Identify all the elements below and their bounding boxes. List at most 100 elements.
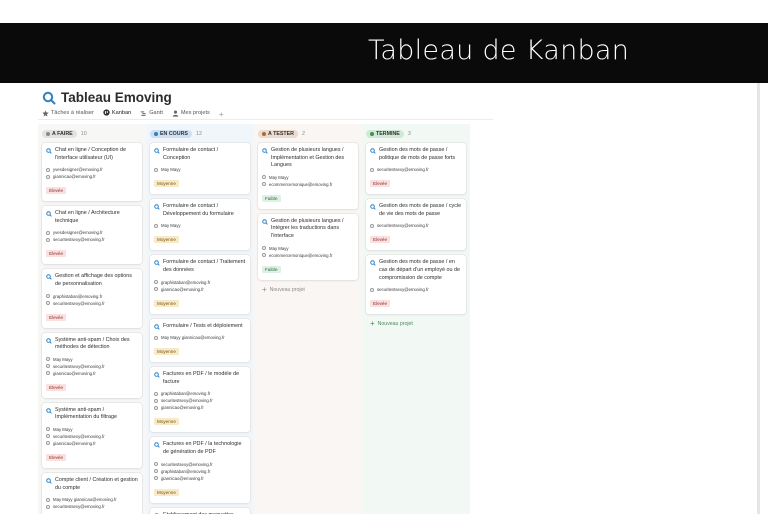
task-card[interactable]: Factures en PDF / la technologie de géné… xyxy=(150,437,250,503)
person-icon xyxy=(154,167,158,172)
task-card[interactable]: Gestion de plusieurs langues / Intégrer … xyxy=(258,213,358,280)
assignee-name: securitestsexy@emoving.fr xyxy=(161,398,213,404)
assignee-name: graphistaban@emoving.fr xyxy=(161,279,211,285)
task-card[interactable]: Compte client / Création et gestion du c… xyxy=(42,472,142,514)
kanban-column: EN COURS 12 Formulaire de contact / Concep… xyxy=(146,124,254,514)
person-icon xyxy=(154,335,158,340)
assignee-row: securitestsexy@emoving.fr xyxy=(46,364,138,369)
person-icon xyxy=(46,427,50,432)
task-card[interactable]: Gestion des mots de passe / cycle de vie… xyxy=(366,199,466,251)
assignee-name: ecommercemonique@emoving.fr xyxy=(269,181,333,187)
task-card[interactable]: Gestion de plusieurs langues / Implément… xyxy=(258,143,358,209)
person-icon xyxy=(154,405,158,410)
card-title-text: Formulaire de contact / Traitement des d… xyxy=(163,259,246,273)
priority-tag: Elevée xyxy=(46,250,67,258)
task-card[interactable]: Etablissement des maquettes d'après wire… xyxy=(150,507,250,514)
priority-tag: Moyenne xyxy=(154,488,179,496)
app-title: Tableau Emoving xyxy=(42,90,172,105)
assignee-row: securitestsexy@emoving.fr xyxy=(46,434,138,439)
assignee-row: graphistaban@emoving.fr xyxy=(154,469,246,474)
tab-gantt[interactable]: Gantt xyxy=(140,110,163,120)
priority-tag: Elevée xyxy=(46,313,67,321)
assignee-name: giannicao@emoving.fr xyxy=(53,440,96,446)
person-icon xyxy=(262,253,266,258)
assignee-row: securitestsexy@emoving.fr xyxy=(154,398,246,403)
task-card[interactable]: Système anti-spam / Implémentation du fi… xyxy=(42,402,142,468)
task-icon xyxy=(46,478,52,484)
person-icon xyxy=(46,167,50,172)
task-icon xyxy=(154,372,160,378)
tab-taches[interactable]: Tâches à réaliser xyxy=(42,109,94,120)
priority-tag: Elevée xyxy=(370,236,391,244)
card-title: Chat en ligne / Architecture technique xyxy=(46,210,138,225)
assignee-row: May Mayy xyxy=(262,246,354,251)
slide: Tableau de Kanban Tableau Emoving Tâches… xyxy=(0,0,768,514)
card-title-text: Formulaire de contact / Développement du… xyxy=(163,203,234,217)
task-icon xyxy=(154,148,160,154)
task-icon xyxy=(370,204,376,210)
card-title: Gestion de plusieurs langues / Implément… xyxy=(262,147,354,170)
task-card[interactable]: Formulaire de contact / Conception May Ma… xyxy=(150,143,250,195)
star-icon xyxy=(42,109,49,117)
assignee-name: ecommercemonique@emoving.fr xyxy=(269,252,333,258)
card-title-text: Gestion de plusieurs langues / Implément… xyxy=(271,147,345,169)
card-title-text: Gestion et affichage des options de pers… xyxy=(55,273,132,287)
task-card[interactable]: Système anti-spam / Choix des méthodes d… xyxy=(42,332,142,398)
new-project-button[interactable]: + Nouveau projet xyxy=(258,285,358,295)
column-header: A FAIRE 10 xyxy=(42,129,142,138)
task-card[interactable]: Gestion des mots de passe / politique de… xyxy=(366,143,466,195)
new-project-button[interactable]: + Nouveau projet xyxy=(366,319,466,329)
column-count: 10 xyxy=(80,130,87,137)
card-title-text: Gestion des mots de passe / politique de… xyxy=(379,147,456,161)
assignee-name: giannicao@emoving.fr xyxy=(161,286,204,292)
card-title-text: Formulaire de contact / Conception xyxy=(163,147,219,161)
slide-edge xyxy=(757,83,760,514)
column-count: 2 xyxy=(302,130,305,137)
assignee-name: securitestsexy@emoving.fr xyxy=(53,363,105,369)
card-title: Factures en PDF / le modèle de facture xyxy=(154,371,246,386)
task-card[interactable]: Chat en ligne / Architecture technique yv… xyxy=(42,206,142,265)
assignee-row: May Mayy xyxy=(46,357,138,362)
priority-tag: Elevée xyxy=(370,180,391,188)
task-card[interactable]: Gestion et affichage des options de pers… xyxy=(42,269,142,328)
task-card[interactable]: Formulaire / Tests et déploiement May May… xyxy=(150,318,250,363)
card-title: Chat en ligne / Conception de l'interfac… xyxy=(46,147,138,162)
column-count: 12 xyxy=(195,130,202,137)
assignee-row: giannicao@emoving.fr xyxy=(154,405,246,410)
tab-mes-projets[interactable]: Mes projets xyxy=(172,110,210,120)
task-card[interactable]: Gestion des mots de passe / en cas de dé… xyxy=(366,255,466,315)
assignee-row: securitestsexy@emoving.fr xyxy=(46,237,138,242)
assignee-name: May Mayy giannicao@emoving.fr xyxy=(161,335,225,341)
add-view-button[interactable]: + xyxy=(219,110,224,118)
task-card[interactable]: Chat en ligne / Conception de l'interfac… xyxy=(42,143,142,202)
person-icon xyxy=(46,504,50,509)
person-icon xyxy=(154,287,158,292)
assignee-name: May Mayy xyxy=(269,174,289,180)
assignee-name: May Mayy xyxy=(53,426,73,432)
assignee-name: securitestsexy@emoving.fr xyxy=(53,300,105,306)
priority-tag: Moyenne xyxy=(154,180,179,188)
assignee-row: May Mayy xyxy=(262,175,354,180)
person-icon xyxy=(370,167,374,172)
task-icon xyxy=(46,148,52,154)
assignee-row: securitestsexy@emoving.fr xyxy=(154,462,246,467)
card-title-text: Gestion des mots de passe / en cas de dé… xyxy=(379,259,461,281)
person-icon xyxy=(46,301,50,306)
task-card[interactable]: Factures en PDF / le modèle de facture gr… xyxy=(150,367,250,433)
assignee-name: securitestsexy@emoving.fr xyxy=(53,433,105,439)
assignee-row: giannicao@emoving.fr xyxy=(46,371,138,376)
slide-title: Tableau de Kanban xyxy=(368,35,630,66)
task-card[interactable]: Formulaire de contact / Développement du… xyxy=(150,199,250,251)
person-icon xyxy=(172,110,179,117)
kanban-app: Tableau Emoving Tâches à réaliser Kanban… xyxy=(38,84,493,514)
assignee-name: securitestsexy@emoving.fr xyxy=(161,461,213,467)
new-project-label: Nouveau projet xyxy=(377,321,413,328)
assignee-row: graphistaban@emoving.fr xyxy=(154,391,246,396)
assignee-name: securitestsexy@emoving.fr xyxy=(377,223,429,229)
person-icon xyxy=(154,476,158,481)
task-card[interactable]: Formulaire de contact / Traitement des d… xyxy=(150,255,250,314)
priority-tag: Elevée xyxy=(46,187,67,195)
divider xyxy=(38,119,493,120)
assignee-name: May Mayy xyxy=(53,356,73,362)
assignee-row: yvesdesigner@emoving.fr xyxy=(46,230,138,235)
